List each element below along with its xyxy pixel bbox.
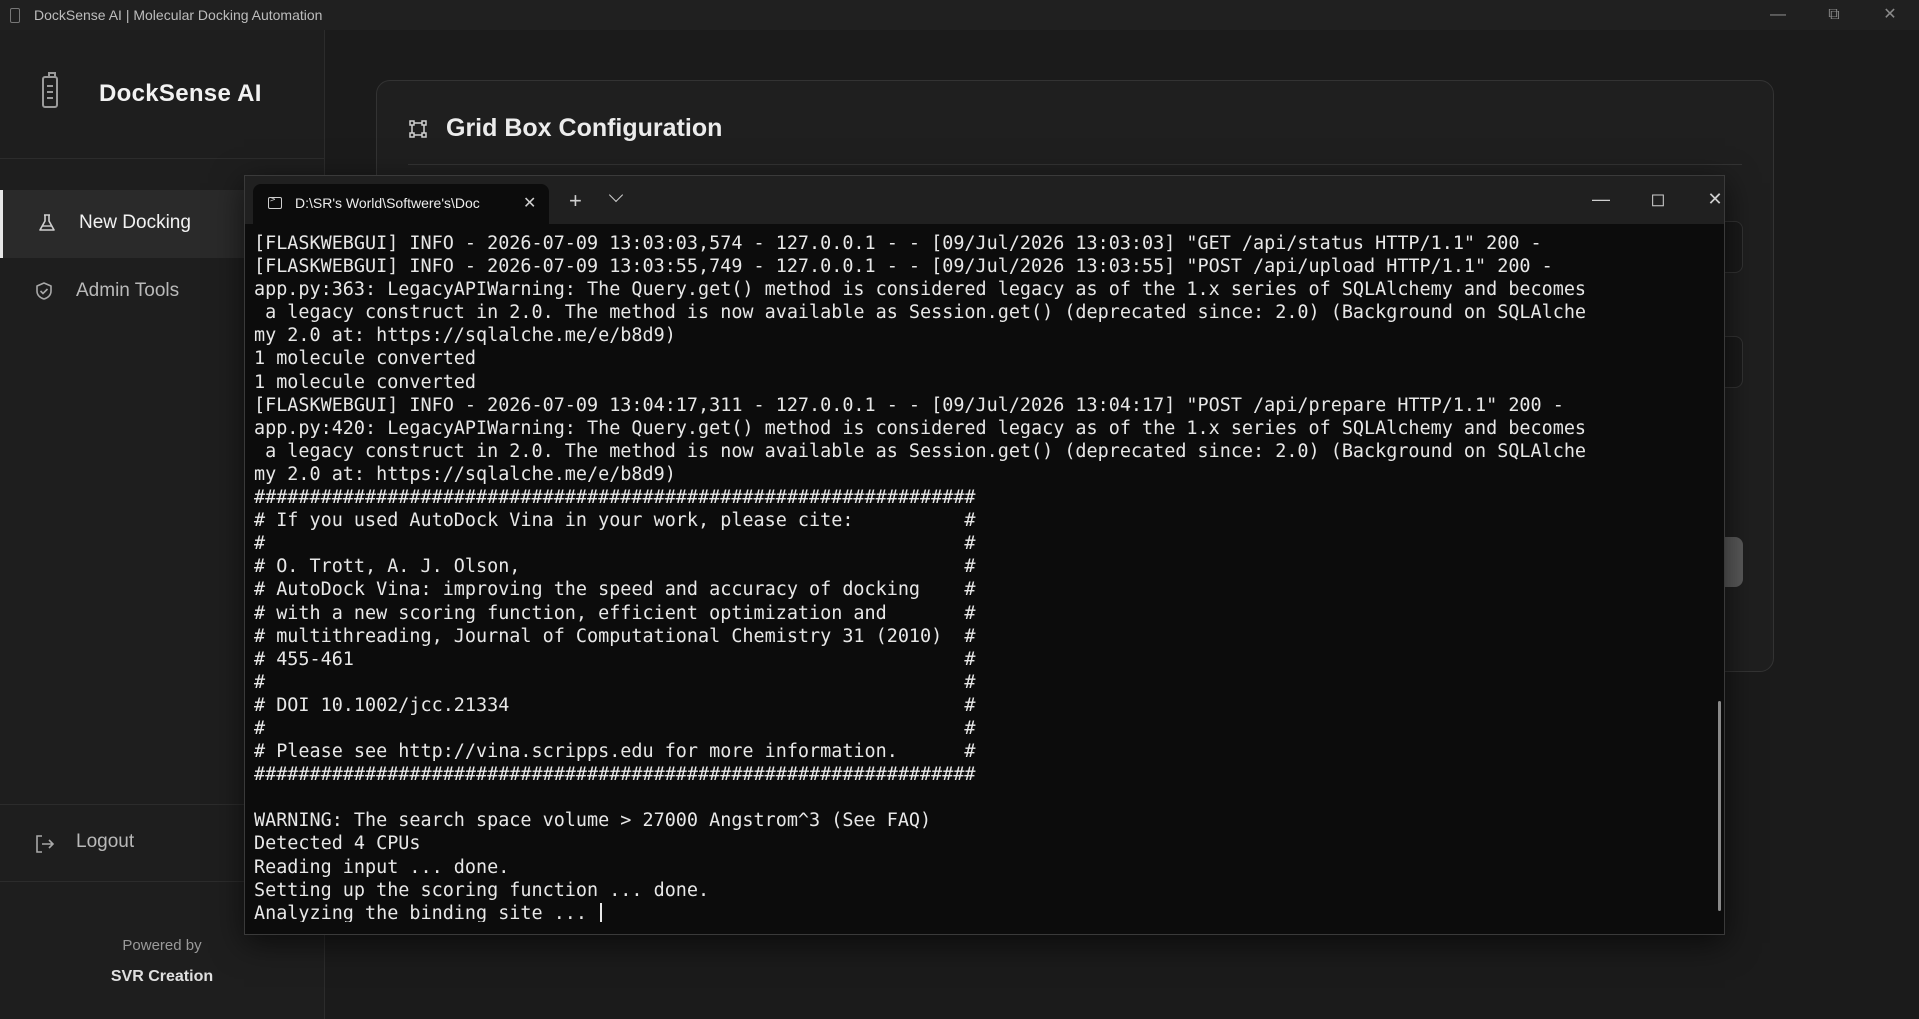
terminal-line-text: [FLASKWEBGUI] INFO - 2026-07-09 13:03:03… bbox=[254, 233, 1542, 254]
terminal-line: ########################################… bbox=[254, 486, 1704, 509]
logo-icon bbox=[42, 72, 58, 108]
terminal-line: 1 molecule converted bbox=[254, 347, 1704, 370]
terminal-line-text: ########################################… bbox=[254, 764, 976, 786]
terminal-scrollbar[interactable] bbox=[1718, 701, 1721, 911]
terminal-line: 1 molecule converted bbox=[254, 371, 1704, 394]
card-divider bbox=[408, 164, 1742, 165]
window-titlebar: DockSense AI | Molecular Docking Automat… bbox=[0, 0, 1919, 30]
terminal-line-text: my 2.0 at: https://sqlalche.me/e/b8d9) bbox=[254, 463, 676, 485]
terminal-line-text: Setting up the scoring function ... done… bbox=[254, 879, 710, 901]
terminal-line: [FLASKWEBGUI] INFO - 2026-07-09 13:03:55… bbox=[254, 255, 1704, 278]
terminal-line: Reading input ... done. bbox=[254, 856, 1704, 879]
terminal-line-text: # # bbox=[254, 671, 976, 693]
sidebar-item-label: New Docking bbox=[79, 212, 191, 233]
restore-button[interactable]: ⧉ bbox=[1806, 0, 1862, 30]
terminal-line: # with a new scoring function, efficient… bbox=[254, 602, 1704, 625]
card-title: Grid Box Configuration bbox=[446, 114, 723, 142]
terminal-line-text: Analyzing the binding site ... bbox=[254, 902, 599, 922]
terminal-line-text: # O. Trott, A. J. Olson, # bbox=[254, 556, 976, 578]
terminal-line: app.py:363: LegacyAPIWarning: The Query.… bbox=[254, 278, 1704, 301]
terminal-line-text: # # bbox=[254, 717, 976, 739]
terminal-line-text: # with a new scoring function, efficient… bbox=[254, 602, 976, 624]
terminal-line-text: # Please see http://vina.scripps.edu for… bbox=[254, 741, 976, 763]
brand-name: DockSense AI bbox=[99, 80, 262, 107]
terminal-line: Setting up the scoring function ... done… bbox=[254, 879, 1704, 902]
terminal-line: # # bbox=[254, 671, 1704, 694]
flask-icon bbox=[39, 214, 55, 231]
creator-name: SVR Creation bbox=[110, 968, 214, 985]
terminal-line: # AutoDock Vina: improving the speed and… bbox=[254, 578, 1704, 601]
terminal-line-text: [FLASKWEBGUI] INFO - 2026-07-09 13:04:17… bbox=[254, 394, 1564, 416]
terminal-line: # Please see http://vina.scripps.edu for… bbox=[254, 740, 1704, 763]
terminal-line: WARNING: The search space volume > 27000… bbox=[254, 809, 1704, 832]
window-title: DockSense AI | Molecular Docking Automat… bbox=[34, 7, 323, 23]
terminal-line: app.py:420: LegacyAPIWarning: The Query.… bbox=[254, 417, 1704, 440]
terminal-line: Analyzing the binding site ... bbox=[254, 902, 1704, 922]
terminal-line: my 2.0 at: https://sqlalche.me/e/b8d9) bbox=[254, 463, 1704, 486]
terminal-line-text: # AutoDock Vina: improving the speed and… bbox=[254, 579, 976, 601]
logout-icon bbox=[36, 835, 55, 853]
minimize-button[interactable]: — bbox=[1750, 0, 1806, 30]
terminal-line: a legacy construct in 2.0. The method is… bbox=[254, 301, 1704, 324]
terminal-line: my 2.0 at: https://sqlalche.me/e/b8d9) bbox=[254, 324, 1704, 347]
terminal-line: # If you used AutoDock Vina in your work… bbox=[254, 509, 1704, 532]
new-tab-button[interactable]: + bbox=[569, 188, 582, 214]
terminal-tabbar: D:\SR's World\Softwere's\Doc ✕ + — ◻ ✕ bbox=[245, 176, 1724, 224]
terminal-line: [FLASKWEBGUI] INFO - 2026-07-09 13:04:17… bbox=[254, 394, 1704, 417]
terminal-line: [FLASKWEBGUI] INFO - 2026-07-09 13:03:03… bbox=[254, 232, 1704, 255]
terminal-line: # DOI 10.1002/jcc.21334 # bbox=[254, 694, 1704, 717]
terminal-line-text: WARNING: The search space volume > 27000… bbox=[254, 810, 932, 832]
powered-by-text: Powered by bbox=[122, 937, 202, 954]
terminal-line: a legacy construct in 2.0. The method is… bbox=[254, 440, 1704, 463]
terminal-line-text: app.py:363: LegacyAPIWarning: The Query.… bbox=[254, 279, 1587, 301]
terminal-line: # multithreading, Journal of Computation… bbox=[254, 625, 1704, 648]
terminal-line: # # bbox=[254, 532, 1704, 555]
terminal-icon bbox=[268, 195, 282, 209]
terminal-line: # 455-461 # bbox=[254, 648, 1704, 671]
terminal-line-text: Detected 4 CPUs bbox=[254, 833, 421, 855]
terminal-tab-title: D:\SR's World\Softwere's\Doc bbox=[295, 195, 480, 211]
close-button[interactable]: ✕ bbox=[1862, 0, 1918, 30]
terminal-line-text: a legacy construct in 2.0. The method is… bbox=[254, 440, 1587, 462]
terminal-line: # O. Trott, A. J. Olson, # bbox=[254, 555, 1704, 578]
terminal-minimize-button[interactable]: — bbox=[1581, 186, 1621, 212]
terminal-tab[interactable]: D:\SR's World\Softwere's\Doc ✕ bbox=[253, 184, 549, 224]
terminal-line-text: # # bbox=[254, 533, 976, 555]
terminal-cursor bbox=[600, 902, 603, 922]
terminal-line-text: 1 molecule converted bbox=[254, 371, 477, 393]
terminal-line-text: # If you used AutoDock Vina in your work… bbox=[254, 510, 976, 532]
terminal-line-text: Reading input ... done. bbox=[254, 856, 510, 878]
terminal-line-text: 1 molecule converted bbox=[254, 348, 477, 370]
terminal-close-button[interactable]: ✕ bbox=[1695, 186, 1735, 212]
shield-check-icon bbox=[36, 282, 52, 300]
terminal-output[interactable]: [FLASKWEBGUI] INFO - 2026-07-09 13:03:03… bbox=[254, 232, 1704, 922]
logout-label: Logout bbox=[76, 831, 135, 852]
terminal-line-text: # 455-461 # bbox=[254, 648, 976, 670]
terminal-line-text: [FLASKWEBGUI] INFO - 2026-07-09 13:03:55… bbox=[254, 256, 1553, 278]
terminal-line: ########################################… bbox=[254, 763, 1704, 786]
tab-close-icon[interactable]: ✕ bbox=[523, 193, 536, 213]
grid-box-icon bbox=[409, 120, 427, 138]
chevron-down-icon[interactable] bbox=[608, 187, 624, 203]
sidebar-item-label: Admin Tools bbox=[76, 280, 180, 301]
terminal-line: # # bbox=[254, 717, 1704, 740]
brand: DockSense AI bbox=[0, 30, 324, 159]
terminal-line-text: ########################################… bbox=[254, 487, 976, 509]
terminal-maximize-button[interactable]: ◻ bbox=[1638, 186, 1678, 212]
terminal-line-text: my 2.0 at: https://sqlalche.me/e/b8d9) bbox=[254, 325, 676, 347]
terminal-line-text: # DOI 10.1002/jcc.21334 # bbox=[254, 694, 976, 716]
app-icon bbox=[10, 8, 20, 23]
terminal-line-text: # multithreading, Journal of Computation… bbox=[254, 625, 976, 647]
terminal-line: Detected 4 CPUs bbox=[254, 832, 1704, 855]
terminal-line-text: app.py:420: LegacyAPIWarning: The Query.… bbox=[254, 417, 1587, 439]
terminal-window: D:\SR's World\Softwere's\Doc ✕ + — ◻ ✕ [… bbox=[244, 175, 1725, 935]
terminal-line-text: a legacy construct in 2.0. The method is… bbox=[254, 302, 1587, 324]
